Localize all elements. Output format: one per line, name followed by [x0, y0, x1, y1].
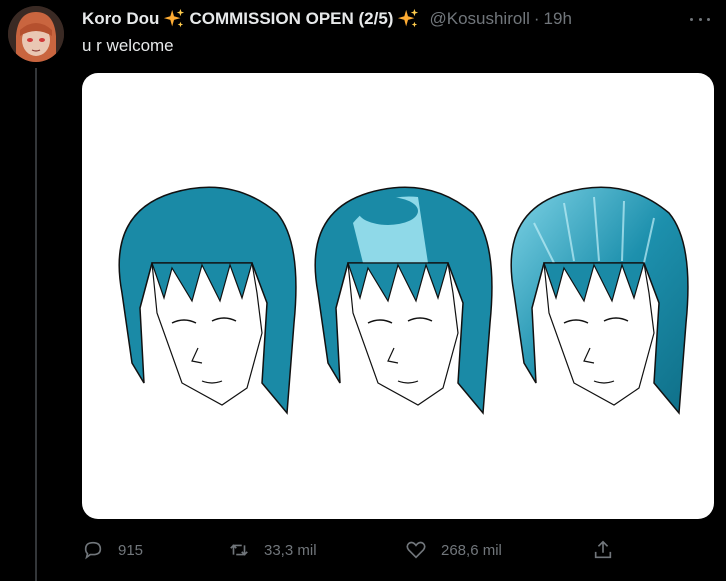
tweet-actions: 915 33,3 mil 268,6 mil — [82, 536, 622, 564]
sparkles-icon — [398, 8, 419, 28]
tweet-media-image[interactable] — [82, 73, 714, 519]
share-button[interactable] — [592, 536, 628, 564]
hair-head-flat — [118, 186, 297, 415]
user-handle[interactable]: @Kosushiroll — [429, 9, 529, 29]
retweet-count: 33,3 mil — [264, 541, 317, 559]
sparkles-icon — [164, 8, 185, 28]
like-button[interactable]: 268,6 mil — [405, 536, 502, 564]
display-name-suffix[interactable]: COMMISSION OPEN (2/5) — [189, 9, 393, 29]
reply-count: 915 — [118, 541, 144, 559]
tweet-header: Koro Dou COMMISSION OPEN (2/5) @Kosushir… — [82, 8, 686, 30]
heart-icon — [406, 541, 426, 559]
thread-line — [35, 68, 37, 581]
tweet-timestamp[interactable]: 19h — [544, 9, 572, 29]
hair-head-rendered — [510, 186, 689, 415]
separator-dot: · — [533, 9, 540, 28]
hair-head-highlight — [314, 186, 493, 415]
display-name[interactable]: Koro Dou — [82, 9, 159, 29]
avatar[interactable] — [8, 6, 64, 62]
reply-button[interactable]: 915 — [82, 536, 143, 564]
hair-illustration-image — [118, 186, 689, 415]
retweet-button[interactable]: 33,3 mil — [228, 536, 317, 564]
avatar-image — [8, 6, 64, 62]
reply-icon — [84, 541, 102, 560]
retweet-icon — [230, 544, 248, 556]
share-icon — [594, 540, 612, 559]
like-count: 268,6 mil — [441, 541, 502, 559]
tweet-text: u r welcome — [82, 36, 174, 55]
more-options-icon[interactable] — [690, 12, 710, 26]
